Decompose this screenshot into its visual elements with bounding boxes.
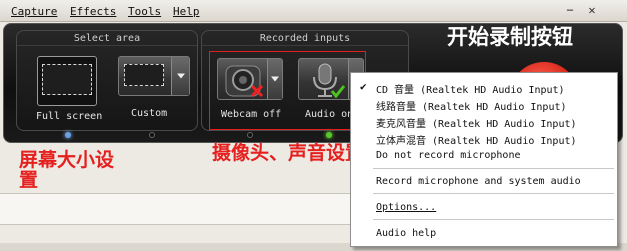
menu-item-record-system-audio[interactable]: Record microphone and system audio — [376, 176, 581, 187]
menu-item-no-mic[interactable]: Do not record microphone — [376, 150, 521, 161]
select-area-title: Select area — [17, 31, 197, 46]
menu-item-mic-volume[interactable]: 麦克风音量 (Realtek HD Audio Input) — [376, 115, 577, 130]
full-screen-label: Full screen — [36, 111, 103, 122]
screen-size-annotation: 屏幕大小设置 — [19, 149, 115, 191]
checkmark-icon: ✔ — [360, 80, 367, 93]
menu-bar: Capture Effects Tools Help − ✕ — [0, 0, 627, 22]
custom-dropdown[interactable] — [171, 57, 189, 95]
custom-area-button[interactable] — [118, 56, 190, 96]
menu-effects[interactable]: Effects — [70, 5, 116, 18]
full-screen-button[interactable] — [37, 56, 97, 106]
menu-item-cd-volume[interactable]: CD 音量 (Realtek HD Audio Input) — [376, 81, 565, 96]
menu-capture[interactable]: Capture — [11, 5, 57, 18]
audio-source-menu: ✔ CD 音量 (Realtek HD Audio Input) 线路音量 (R… — [350, 72, 618, 247]
lower-panel — [0, 193, 360, 225]
custom-indicator — [149, 132, 155, 138]
menu-item-audio-help[interactable]: Audio help — [376, 228, 436, 239]
record-button-annotation: 开始录制按钮 — [447, 25, 573, 49]
audio-indicator — [326, 132, 332, 138]
close-button[interactable]: ✕ — [584, 4, 600, 18]
menu-item-stereo-mix[interactable]: 立体声混音 (Realtek HD Audio Input) — [376, 132, 577, 147]
select-area-group: Select area Full screen Custom — [16, 30, 198, 138]
annotation-highlight-box — [209, 51, 366, 130]
menu-separator — [373, 193, 614, 194]
menu-separator — [373, 219, 614, 220]
custom-area-icon — [124, 64, 164, 86]
recorded-inputs-title: Recorded inputs — [202, 31, 408, 46]
menu-help[interactable]: Help — [173, 5, 200, 18]
camera-audio-annotation: 摄像头、声音设置 — [212, 142, 365, 164]
webcam-indicator — [247, 132, 253, 138]
menu-item-line-volume[interactable]: 线路音量 (Realtek HD Audio Input) — [376, 98, 567, 113]
menu-item-options[interactable]: Options... — [376, 202, 436, 213]
custom-label: Custom — [131, 108, 168, 119]
full-screen-icon — [42, 64, 92, 95]
minimize-button[interactable]: − — [562, 4, 578, 18]
chevron-down-icon — [176, 73, 185, 79]
menu-tools[interactable]: Tools — [128, 5, 161, 18]
full-screen-indicator — [65, 132, 71, 138]
menu-separator — [373, 168, 614, 169]
